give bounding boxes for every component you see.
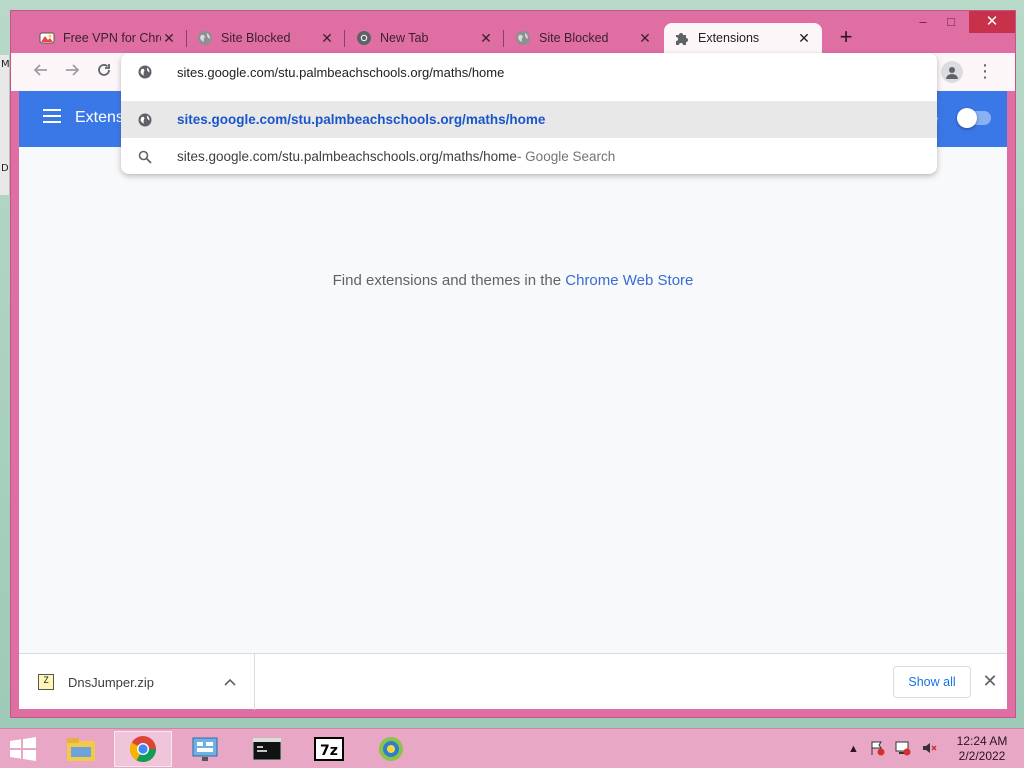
tab-new-tab[interactable]: New Tab ✕	[346, 23, 504, 53]
tab-site-blocked-1[interactable]: Site Blocked ✕	[187, 23, 345, 53]
suggestion-suffix: - Google Search	[516, 149, 616, 164]
more-menu-icon[interactable]: ⋮	[976, 60, 994, 84]
globe-icon	[137, 64, 153, 80]
puzzle-favicon-icon	[674, 30, 690, 46]
windows-start-icon[interactable]	[8, 737, 38, 761]
chrome-window: Free VPN for Chrome ✕ Site Blocked ✕ New…	[10, 10, 1016, 718]
omnibox-text: sites.google.com/stu.palmbeachschools.or…	[177, 64, 505, 80]
maximize-button[interactable]: □	[937, 11, 965, 33]
taskbar-clock[interactable]: 12:24 AM 2/2/2022	[952, 734, 1012, 764]
globe-favicon-icon	[515, 30, 531, 46]
suggestion-text: sites.google.com/stu.palmbeachschools.or…	[177, 112, 546, 127]
suggestion-text: sites.google.com/stu.palmbeachschools.or…	[177, 149, 517, 164]
chrome-favicon-icon	[356, 30, 372, 46]
store-prefix: Find extensions and themes in the	[332, 272, 566, 289]
action-center-flag-icon[interactable]	[869, 740, 885, 759]
tab-site-blocked-2[interactable]: Site Blocked ✕	[505, 23, 663, 53]
chrome-taskbar-icon[interactable]	[114, 731, 172, 767]
system-tray: ▲	[848, 735, 937, 763]
tab-title: Free VPN for Chrome	[63, 31, 161, 45]
edge-label-m: M	[1, 59, 10, 70]
tab-close-icon[interactable]: ✕	[637, 30, 653, 47]
hamburger-menu-icon[interactable]	[43, 109, 61, 123]
tray-expand-icon[interactable]: ▲	[848, 743, 859, 755]
chevron-up-icon[interactable]	[218, 675, 242, 689]
search-icon	[137, 149, 153, 165]
tab-title: Extensions	[698, 31, 760, 45]
download-bar: Z DnsJumper.zip Show all ✕	[19, 653, 1007, 710]
tab-free-vpn[interactable]: Free VPN for Chrome ✕	[29, 23, 187, 53]
tab-close-icon[interactable]: ✕	[161, 30, 177, 47]
chrome-web-store-link[interactable]: Chrome Web Store	[565, 272, 693, 289]
suggestion-url[interactable]: sites.google.com/stu.palmbeachschools.or…	[121, 101, 937, 138]
svg-text:7z: 7z	[320, 743, 338, 759]
tab-title: New Tab	[380, 31, 429, 45]
tab-strip: Free VPN for Chrome ✕ Site Blocked ✕ New…	[11, 11, 1015, 53]
tab-close-icon[interactable]: ✕	[796, 30, 812, 47]
edge-label-d: D	[1, 163, 9, 174]
zip-file-icon: Z	[38, 674, 54, 690]
tab-close-icon[interactable]: ✕	[478, 30, 494, 47]
tab-close-icon[interactable]: ✕	[319, 30, 335, 47]
extensions-page: Extens e Find extensions and themes in t…	[19, 91, 1007, 653]
store-message: Find extensions and themes in the Chrome…	[19, 272, 1007, 289]
omnibox-dropdown: sites.google.com/stu.palmbeachschools.or…	[121, 53, 937, 174]
globe-favicon-icon	[197, 30, 213, 46]
command-prompt-icon[interactable]	[238, 731, 296, 767]
suggestion-search[interactable]: sites.google.com/stu.palmbeachschools.or…	[121, 138, 937, 175]
desktop-window-edge: M D	[0, 55, 10, 195]
control-panel-icon[interactable]	[176, 731, 234, 767]
back-arrow-icon[interactable]	[30, 61, 52, 83]
windows-taskbar: 7z ▲ 12:24 AM 2/2/2022	[0, 728, 1024, 768]
vpn-favicon-icon	[39, 30, 55, 46]
profile-avatar-icon[interactable]	[941, 61, 963, 83]
forward-arrow-icon[interactable]	[61, 61, 83, 83]
new-tab-button[interactable]: +	[833, 25, 859, 51]
clock-time: 12:24 AM	[956, 734, 1008, 748]
clock-date: 2/2/2022	[958, 749, 1006, 763]
7zip-icon[interactable]: 7z	[300, 731, 358, 767]
close-icon[interactable]: ✕	[979, 670, 1001, 692]
volume-muted-icon[interactable]	[921, 740, 937, 759]
network-icon[interactable]	[895, 740, 911, 759]
download-item[interactable]: Z DnsJumper.zip	[19, 654, 255, 710]
globe-icon	[137, 112, 153, 128]
tab-title: Site Blocked	[221, 31, 291, 45]
reload-icon[interactable]	[93, 61, 115, 83]
recycle-app-icon[interactable]	[362, 731, 420, 767]
file-explorer-icon[interactable]	[52, 731, 110, 767]
tab-title: Site Blocked	[539, 31, 609, 45]
developer-mode-toggle[interactable]	[957, 108, 991, 128]
close-window-button[interactable]: ✕	[969, 11, 1015, 33]
show-all-button[interactable]: Show all	[893, 666, 971, 698]
download-file-name: DnsJumper.zip	[68, 674, 154, 690]
tab-extensions[interactable]: Extensions ✕	[664, 23, 822, 53]
minimize-button[interactable]: –	[909, 11, 937, 33]
omnibox-input[interactable]: sites.google.com/stu.palmbeachschools.or…	[121, 53, 937, 91]
page-title: Extens	[75, 109, 124, 126]
